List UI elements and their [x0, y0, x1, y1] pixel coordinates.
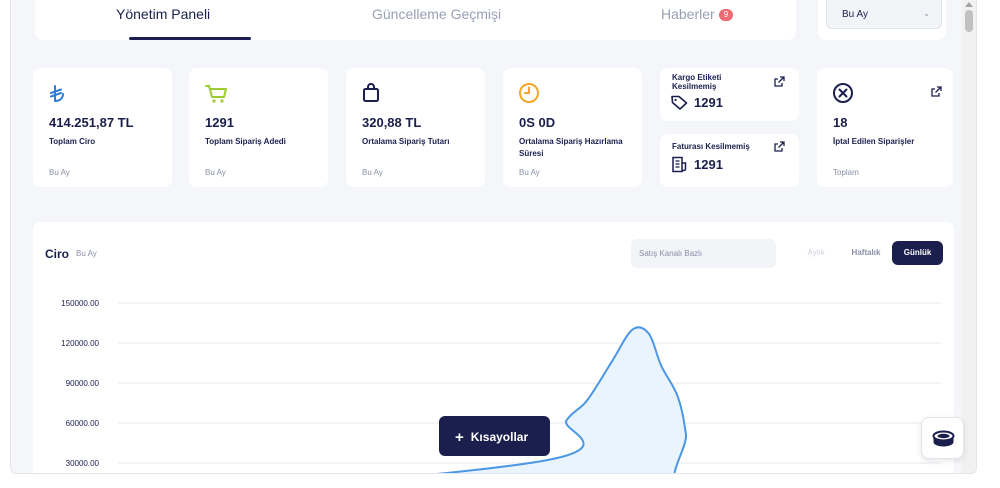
- stat-card-cancelled: 18 İptal Edilen Siparişler Toplam: [817, 68, 953, 187]
- shortcuts-label: Kısayollar: [470, 430, 529, 444]
- app-frame: Yönetim Paneli Güncelleme Geçmişi Haberl…: [10, 0, 977, 474]
- cart-icon: [205, 85, 227, 103]
- external-link-icon[interactable]: [931, 86, 942, 97]
- orders-value: 1291: [205, 115, 234, 130]
- revenue-value: 414.251,87 TL: [49, 115, 134, 130]
- tab-haberler-label: Haberler: [661, 6, 715, 22]
- prep-time-period: Bu Ay: [519, 168, 540, 177]
- stat-card-revenue: 414.251,87 TL Toplam Ciro Bu Ay: [33, 68, 172, 187]
- prep-time-value: 0S 0D: [519, 115, 556, 130]
- orders-label: Toplam Sipariş Adedi: [205, 137, 286, 146]
- chat-support-button[interactable]: [921, 417, 964, 459]
- prep-time-label: Ortalama Sipariş Hazırlama Süresi: [519, 137, 623, 158]
- external-link-icon[interactable]: [774, 76, 785, 87]
- y-tick-label: 120000.00: [61, 339, 99, 348]
- news-count-badge: 9: [718, 9, 734, 21]
- orders-period: Bu Ay: [205, 168, 226, 177]
- average-order-period: Bu Ay: [362, 168, 383, 177]
- x-circle-icon: [833, 83, 853, 103]
- period-select[interactable]: Bu Ay ⌄: [826, 0, 942, 29]
- y-tick-label: 60000.00: [66, 419, 100, 428]
- lira-icon: [50, 85, 64, 102]
- invoice-not-cut-title: Faturası Kesilmemiş: [672, 142, 750, 151]
- plus-icon: +: [455, 429, 464, 446]
- period-select-value: Bu Ay: [842, 9, 868, 20]
- invoice-icon: [672, 156, 687, 173]
- stat-card-prep-time: 0S 0D Ortalama Sipariş Hazırlama Süresi …: [503, 68, 642, 187]
- chat-support-icon: [932, 430, 955, 447]
- stat-card-label-not-cut[interactable]: Kargo Etiketi Kesilmemiş 1291: [660, 68, 799, 121]
- stat-card-orders: 1291 Toplam Sipariş Adedi Bu Ay: [189, 68, 328, 187]
- chevron-down-icon: ⌄: [923, 9, 930, 18]
- period-card: Bu Ay ⌄: [818, 0, 946, 40]
- active-tab-indicator: [129, 37, 251, 40]
- tab-haberler[interactable]: Haberler 9: [661, 6, 734, 22]
- tabs-bar: Yönetim Paneli Güncelleme Geçmişi Haberl…: [35, 0, 796, 40]
- clock-icon: [519, 83, 539, 103]
- shopping-bag-icon: [363, 83, 379, 102]
- scrollbar-thumb[interactable]: [965, 10, 973, 32]
- tag-icon: [671, 95, 688, 110]
- shortcuts-button[interactable]: + Kısayollar: [439, 416, 550, 456]
- tab-guncelleme-gecmisi[interactable]: Güncelleme Geçmişi: [372, 6, 501, 22]
- stat-card-invoice-not-cut[interactable]: Faturası Kesilmemiş 1291: [660, 134, 799, 187]
- label-not-cut-title: Kargo Etiketi Kesilmemiş: [672, 73, 722, 91]
- stat-card-average-order: 320,88 TL Ortalama Sipariş Tutarı Bu Ay: [346, 68, 485, 187]
- cancelled-value: 18: [833, 115, 848, 130]
- y-tick-label: 150000.00: [61, 299, 99, 308]
- tab-yonetim-paneli[interactable]: Yönetim Paneli: [116, 6, 210, 22]
- y-tick-label: 30000.00: [66, 459, 100, 468]
- invoice-not-cut-value: 1291: [694, 157, 723, 172]
- cancelled-period: Toplam: [833, 168, 859, 177]
- y-tick-label: 90000.00: [66, 379, 100, 388]
- external-link-icon[interactable]: [774, 141, 785, 152]
- label-not-cut-value: 1291: [694, 95, 723, 110]
- revenue-label: Toplam Ciro: [49, 137, 96, 146]
- cancelled-label: İptal Edilen Siparişler: [833, 137, 915, 146]
- scrollbar[interactable]: [962, 0, 976, 473]
- revenue-period: Bu Ay: [49, 168, 70, 177]
- scroll-up-arrow-icon[interactable]: [965, 2, 973, 7]
- average-order-label: Ortalama Sipariş Tutarı: [362, 137, 450, 146]
- average-order-value: 320,88 TL: [362, 115, 422, 130]
